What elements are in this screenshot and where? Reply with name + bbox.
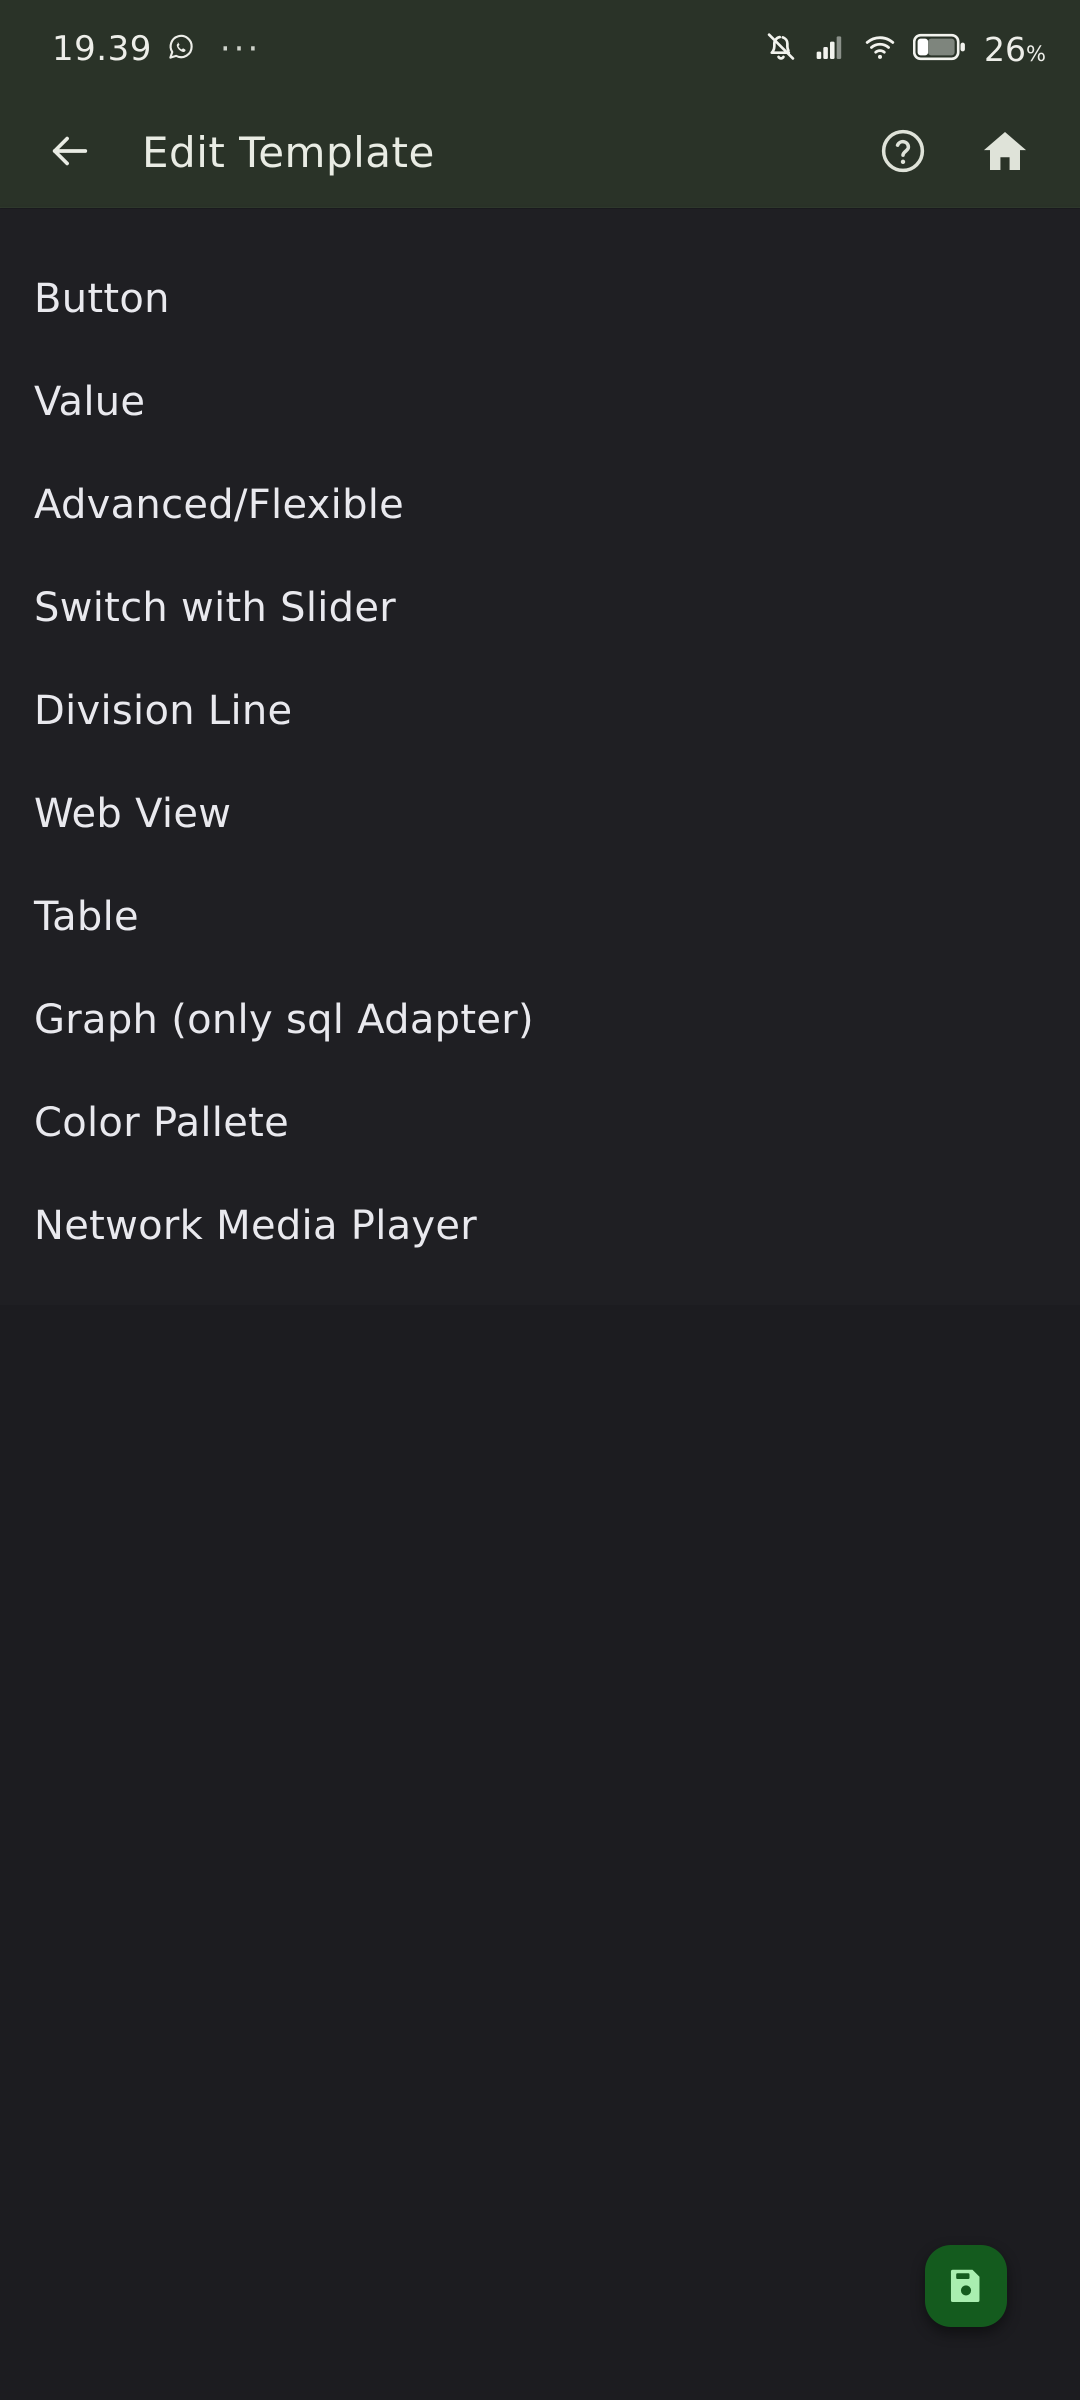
arrow-left-icon — [47, 128, 93, 178]
list-item-division-line[interactable]: Division Line — [0, 659, 1080, 762]
list-item-button[interactable]: Button — [0, 247, 1080, 350]
status-bar: 19.39 ··· 26% — [0, 0, 1080, 98]
list-item-value[interactable]: Value — [0, 350, 1080, 453]
back-button[interactable] — [34, 117, 106, 189]
list-item-label: Advanced/Flexible — [34, 481, 405, 528]
help-button[interactable] — [864, 114, 942, 192]
home-button[interactable] — [966, 114, 1044, 192]
bell-muted-icon — [764, 30, 798, 68]
list-item-advanced-flexible[interactable]: Advanced/Flexible — [0, 453, 1080, 556]
list-item-web-view[interactable]: Web View — [0, 762, 1080, 865]
template-type-list: Button Value Advanced/Flexible Switch wi… — [0, 209, 1080, 1305]
list-item-graph[interactable]: Graph (only sql Adapter) — [0, 968, 1080, 1071]
list-item-label: Button — [34, 275, 170, 322]
help-circle-icon — [878, 126, 928, 180]
list-item-label: Network Media Player — [34, 1202, 478, 1249]
wifi-icon — [862, 31, 898, 67]
cellular-signal-icon — [813, 31, 847, 67]
list-item-label: Table — [34, 893, 139, 940]
save-fab-button[interactable] — [925, 2245, 1007, 2327]
list-item-label: Graph (only sql Adapter) — [34, 996, 534, 1043]
page-title: Edit Template — [142, 128, 435, 177]
battery-percentage-value: 26 — [984, 29, 1027, 69]
battery-icon — [912, 32, 967, 66]
list-item-label: Color Pallete — [34, 1099, 290, 1146]
status-bar-clock: 19.39 — [52, 29, 152, 69]
list-item-network-media-player[interactable]: Network Media Player — [0, 1174, 1080, 1277]
list-item-label: Value — [34, 378, 146, 425]
status-bar-left: 19.39 ··· — [52, 29, 261, 69]
list-item-label: Switch with Slider — [34, 584, 397, 631]
whatsapp-icon — [166, 32, 196, 66]
phone-screen: 19.39 ··· 26% Edit Template Button Value… — [0, 0, 1080, 2400]
battery-percentage: 26% — [984, 30, 1046, 69]
battery-percentage-unit: % — [1026, 41, 1046, 66]
status-bar-right: 26% — [764, 30, 1046, 69]
list-item-color-pallete[interactable]: Color Pallete — [0, 1071, 1080, 1174]
list-item-label: Web View — [34, 790, 232, 837]
app-bar: Edit Template — [0, 98, 1080, 208]
save-floppy-icon — [945, 2264, 987, 2309]
status-bar-overflow-dots: ··· — [219, 29, 262, 69]
template-canvas-area[interactable] — [0, 1305, 1080, 2400]
list-item-switch-with-slider[interactable]: Switch with Slider — [0, 556, 1080, 659]
list-item-label: Division Line — [34, 687, 293, 734]
list-item-table[interactable]: Table — [0, 865, 1080, 968]
home-icon — [980, 126, 1030, 180]
